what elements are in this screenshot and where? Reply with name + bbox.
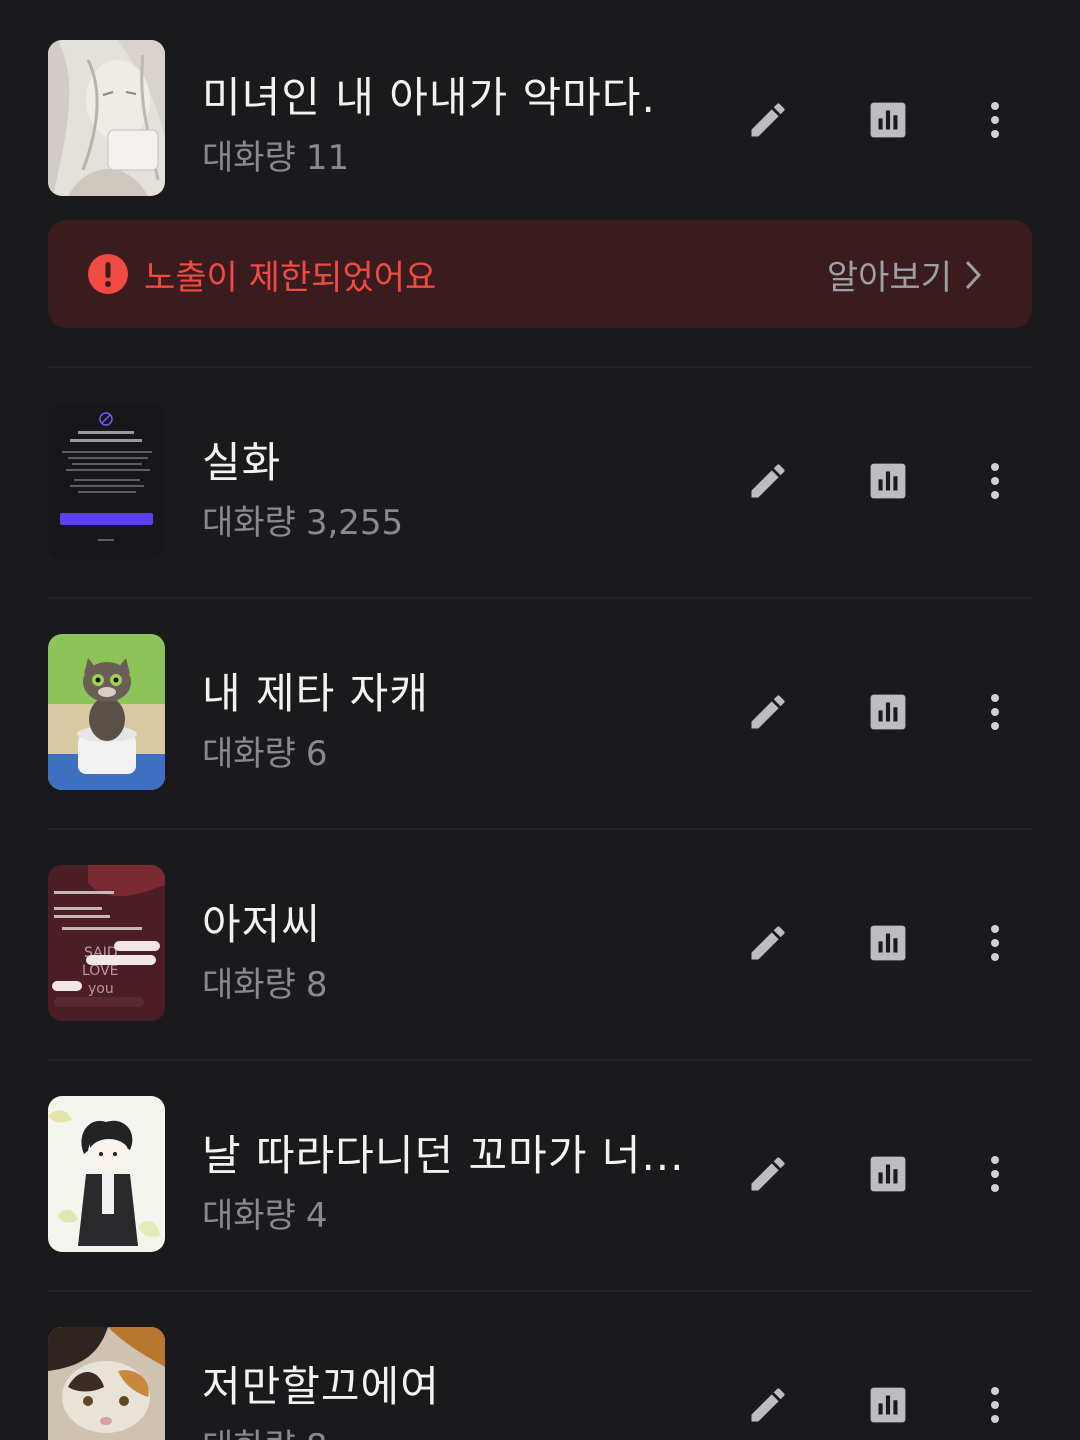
list-item[interactable]: 날 따라다니던 꼬마가 너... 대화량 4 xyxy=(0,1076,1080,1276)
character-thumbnail[interactable] xyxy=(48,1096,165,1252)
pencil-icon xyxy=(751,1388,785,1422)
count-value: 8 xyxy=(306,1427,328,1440)
pencil-icon xyxy=(751,464,785,498)
svg-text:you: you xyxy=(88,981,114,997)
learn-more-label: 알아보기 xyxy=(826,258,952,298)
list-item[interactable]: SAID LOVE you 아저씨 대화량 8 xyxy=(0,845,1080,1045)
conversation-count: 대화량 3,255 xyxy=(202,495,403,544)
character-thumbnail[interactable]: SAID LOVE you xyxy=(48,865,165,1021)
edit-button[interactable] xyxy=(738,1144,798,1204)
count-value: 8 xyxy=(305,965,328,1005)
conversation-count: 대화량 11 xyxy=(202,130,349,179)
more-button[interactable] xyxy=(965,451,1025,511)
stats-button[interactable] xyxy=(858,682,918,742)
learn-more-link[interactable]: 알아보기 xyxy=(827,250,982,299)
character-title: 날 따라다니던 꼬마가 너... xyxy=(202,1131,685,1180)
stats-button[interactable] xyxy=(858,913,918,973)
character-title: 아저씨 xyxy=(202,900,321,949)
warning-message: 노출이 제한되었어요 xyxy=(144,258,437,298)
stats-button[interactable] xyxy=(858,451,918,511)
chevron-right-icon xyxy=(965,260,982,289)
edit-button[interactable] xyxy=(738,913,798,973)
more-button[interactable] xyxy=(965,682,1025,742)
character-list: 미녀인 내 아내가 악마다. 대화량 11 노출이 제한되었어요 알아보기 실화… xyxy=(0,0,1080,1440)
divider xyxy=(48,828,1032,830)
character-thumbnail[interactable] xyxy=(48,40,165,196)
bar-chart-icon xyxy=(870,694,906,730)
bar-chart-icon xyxy=(870,102,906,138)
edit-button[interactable] xyxy=(738,90,798,150)
count-label: 대화량 xyxy=(202,1427,296,1440)
pencil-icon xyxy=(751,695,785,729)
character-thumbnail[interactable] xyxy=(48,403,165,559)
count-label: 대화량 xyxy=(202,965,296,1005)
character-title: 미녀인 내 아내가 악마다. xyxy=(202,73,656,122)
character-thumbnail[interactable] xyxy=(48,1327,165,1440)
stats-button[interactable] xyxy=(858,1375,918,1435)
edit-button[interactable] xyxy=(738,682,798,742)
pencil-icon xyxy=(751,926,785,960)
more-vertical-icon xyxy=(991,925,999,961)
more-vertical-icon xyxy=(991,102,999,138)
character-title: 실화 xyxy=(202,438,282,487)
bar-chart-icon xyxy=(870,1156,906,1192)
edit-button[interactable] xyxy=(738,1375,798,1435)
character-thumbnail[interactable] xyxy=(48,634,165,790)
character-title: 저만할끄에여 xyxy=(202,1362,440,1411)
count-label: 대화량 xyxy=(202,734,296,774)
exclamation-circle-icon xyxy=(88,254,128,294)
list-item[interactable]: 내 제타 자캐 대화량 6 xyxy=(0,614,1080,814)
more-button[interactable] xyxy=(965,90,1025,150)
pencil-icon xyxy=(751,103,785,137)
count-value: 4 xyxy=(305,1196,328,1236)
more-vertical-icon xyxy=(991,1387,999,1423)
count-value: 3,255 xyxy=(305,503,404,543)
svg-text:LOVE: LOVE xyxy=(82,963,119,979)
list-item[interactable]: 저만할끄에여 대화량 8 xyxy=(0,1307,1080,1440)
more-button[interactable] xyxy=(965,1144,1025,1204)
count-value: 6 xyxy=(305,734,328,774)
conversation-count: 대화량8 xyxy=(202,957,327,1006)
more-vertical-icon xyxy=(991,463,999,499)
character-title: 내 제타 자캐 xyxy=(202,669,429,718)
conversation-count: 대화량 8 xyxy=(202,1419,327,1440)
count-label: 대화량 xyxy=(202,138,296,178)
bar-chart-icon xyxy=(870,925,906,961)
divider xyxy=(48,1059,1032,1061)
stats-button[interactable] xyxy=(858,90,918,150)
list-item[interactable]: 미녀인 내 아내가 악마다. 대화량 11 xyxy=(0,20,1080,220)
count-label: 대화량 xyxy=(202,503,296,543)
count-value: 11 xyxy=(305,138,350,178)
conversation-count: 대화량 4 xyxy=(202,1188,327,1237)
pencil-icon xyxy=(751,1157,785,1191)
conversation-count: 대화량 6 xyxy=(202,726,327,775)
count-label: 대화량 xyxy=(202,1196,296,1236)
edit-button[interactable] xyxy=(738,451,798,511)
more-vertical-icon xyxy=(991,1156,999,1192)
more-vertical-icon xyxy=(991,694,999,730)
exposure-restricted-banner: 노출이 제한되었어요 알아보기 xyxy=(48,220,1032,328)
list-item[interactable]: 실화 대화량 3,255 xyxy=(0,383,1080,583)
bar-chart-icon xyxy=(870,463,906,499)
divider xyxy=(48,366,1032,368)
bar-chart-icon xyxy=(870,1387,906,1423)
stats-button[interactable] xyxy=(858,1144,918,1204)
more-button[interactable] xyxy=(965,913,1025,973)
divider xyxy=(48,597,1032,599)
divider xyxy=(48,1290,1032,1292)
more-button[interactable] xyxy=(965,1375,1025,1435)
